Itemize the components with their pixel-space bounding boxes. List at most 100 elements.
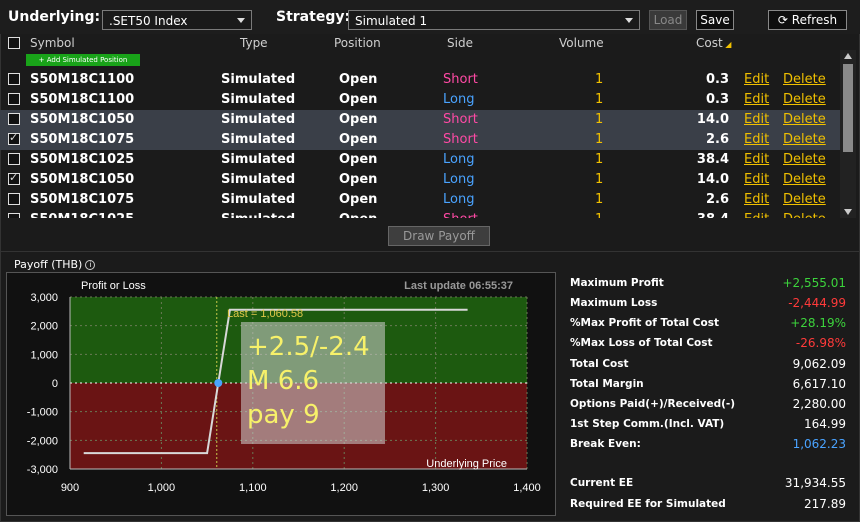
stat-value: -2,444.99: [788, 296, 846, 310]
col-volume[interactable]: Volume: [559, 36, 604, 50]
add-simulated-position-button[interactable]: + Add Simulated Position: [26, 54, 140, 66]
col-side[interactable]: Side: [447, 36, 473, 50]
stat-label: %Max Loss of Total Cost: [570, 337, 713, 349]
table-row[interactable]: S50M18C1100 Simulated Open Long 1 0.3 Edit Dele…: [0, 90, 840, 110]
delete-link[interactable]: Delete: [783, 92, 826, 107]
load-button[interactable]: Load: [649, 10, 687, 30]
volume-cell: 1: [595, 172, 604, 187]
stat-row: %Max Loss of Total Cost -26.98%: [570, 334, 852, 352]
edit-link[interactable]: Edit: [744, 192, 769, 207]
x-tick-label: 1,200: [330, 482, 358, 494]
delete-link[interactable]: Delete: [783, 72, 826, 87]
volume-cell: 1: [595, 112, 604, 127]
delete-link[interactable]: Delete: [783, 192, 826, 207]
table-row[interactable]: S50M18C1025 Simulated Open Long 1 38.4 Edit Del…: [0, 150, 840, 170]
cost-cell: 38.4: [696, 152, 729, 167]
side-cell: Short: [443, 212, 478, 218]
side-cell: Long: [443, 92, 475, 107]
row-checkbox[interactable]: [8, 113, 20, 125]
table-row[interactable]: S50M18C1025 Simulated Open Short 1 38.4 Edit De…: [0, 210, 840, 218]
col-position[interactable]: Position: [334, 36, 381, 50]
stat-row: 1st Step Comm.(Incl. VAT) 164.99: [570, 415, 852, 433]
delete-link[interactable]: Delete: [783, 152, 826, 167]
strategy-select[interactable]: Simulated 1: [348, 10, 640, 30]
table-scrollbar[interactable]: [840, 50, 856, 218]
edit-link[interactable]: Edit: [744, 72, 769, 87]
delete-link[interactable]: Delete: [783, 132, 826, 147]
row-checkbox[interactable]: [8, 193, 20, 205]
table-row[interactable]: S50M18C1075 Simulated Open Short 1 2.6 Edit Del…: [0, 130, 840, 150]
chevron-down-icon: [625, 18, 633, 23]
y-tick-label: 2,000: [30, 321, 58, 333]
position-cell: Open: [339, 72, 378, 87]
row-checkbox[interactable]: [8, 73, 20, 85]
stat-label: Break Even:: [570, 438, 641, 450]
col-symbol[interactable]: Symbol: [30, 36, 75, 50]
stat-value: 2,280.00: [792, 397, 846, 411]
type-cell: Simulated: [221, 192, 296, 207]
scroll-thumb[interactable]: [843, 64, 853, 152]
table-row[interactable]: S50M18C1050 Simulated Open Long 1 14.0 Edit Del…: [0, 170, 840, 190]
x-tick-label: 900: [61, 482, 79, 494]
stat-label: Total Margin: [570, 378, 644, 390]
underlying-select[interactable]: .SET50 Index: [102, 10, 252, 30]
edit-link[interactable]: Edit: [744, 132, 769, 147]
y-tick-label: 3,000: [30, 292, 58, 304]
position-cell: Open: [339, 92, 378, 107]
stat-value: 9,062.09: [792, 357, 846, 371]
stat-value: +28.19%: [790, 316, 846, 330]
table-row[interactable]: S50M18C1050 Simulated Open Short 1 14.0 Edit De…: [0, 110, 840, 130]
select-all-checkbox[interactable]: [8, 37, 20, 49]
type-cell: Simulated: [221, 132, 296, 147]
stat-row: Options Paid(+)/Received(-) 2,280.00: [570, 395, 852, 413]
edit-link[interactable]: Edit: [744, 152, 769, 167]
row-checkbox[interactable]: [8, 93, 20, 105]
break-even-marker: [214, 379, 223, 387]
volume-cell: 1: [595, 152, 604, 167]
stat-value: -26.98%: [795, 336, 846, 350]
x-tick-label: 1,000: [148, 482, 176, 494]
row-checkbox[interactable]: [8, 213, 20, 218]
side-cell: Short: [443, 132, 478, 147]
table-row[interactable]: S50M18C1100 Simulated Open Short 1 0.3 Edit Del…: [0, 70, 840, 90]
position-cell: Open: [339, 172, 378, 187]
row-checkbox[interactable]: [8, 131, 20, 145]
refresh-button[interactable]: ⟳ Refresh: [768, 10, 847, 30]
scroll-down-icon[interactable]: [844, 209, 852, 215]
stat-label: Maximum Loss: [570, 297, 658, 309]
delete-link[interactable]: Delete: [783, 212, 826, 218]
stat-row: Total Cost 9,062.09: [570, 355, 852, 373]
stat-label: Current EE: [570, 477, 634, 489]
delete-link[interactable]: Delete: [783, 172, 826, 187]
cost-cell: 2.6: [705, 192, 729, 207]
col-cost-label: Cost: [696, 36, 723, 50]
col-type[interactable]: Type: [240, 36, 268, 50]
stat-value: 31,934.55: [784, 476, 846, 490]
edit-link[interactable]: Edit: [744, 212, 769, 218]
row-checkbox[interactable]: [8, 171, 20, 185]
strategy-label: Strategy:: [276, 9, 351, 25]
info-icon[interactable]: i: [85, 260, 96, 270]
edit-link[interactable]: Edit: [744, 92, 769, 107]
type-cell: Simulated: [221, 72, 296, 87]
delete-link[interactable]: Delete: [783, 112, 826, 127]
stat-label: 1st Step Comm.(Incl. VAT): [570, 418, 725, 430]
symbol-cell: S50M18C1025: [30, 152, 135, 167]
stat-row: Required EE for Simulated 217.89: [570, 495, 852, 513]
stat-label: Maximum Profit: [570, 277, 664, 289]
col-cost[interactable]: Cost ◢: [696, 36, 731, 50]
save-button[interactable]: Save: [696, 10, 734, 30]
row-checkbox[interactable]: [8, 153, 20, 165]
symbol-cell: S50M18C1025: [30, 212, 134, 218]
symbol-cell: S50M18C1075: [30, 192, 135, 207]
scroll-up-icon[interactable]: [844, 53, 852, 59]
position-cell: Open: [339, 132, 378, 147]
table-row[interactable]: S50M18C1075 Simulated Open Long 1 2.6 Edit Dele…: [0, 190, 840, 210]
type-cell: Simulated: [221, 152, 296, 167]
chevron-down-icon: [237, 18, 245, 23]
annotation-note: +2.5/-2.4 M 6.6 pay 9: [241, 322, 385, 444]
edit-link[interactable]: Edit: [744, 112, 769, 127]
volume-cell: 1: [595, 212, 603, 218]
edit-link[interactable]: Edit: [744, 172, 769, 187]
draw-payoff-button[interactable]: Draw Payoff: [388, 226, 490, 246]
